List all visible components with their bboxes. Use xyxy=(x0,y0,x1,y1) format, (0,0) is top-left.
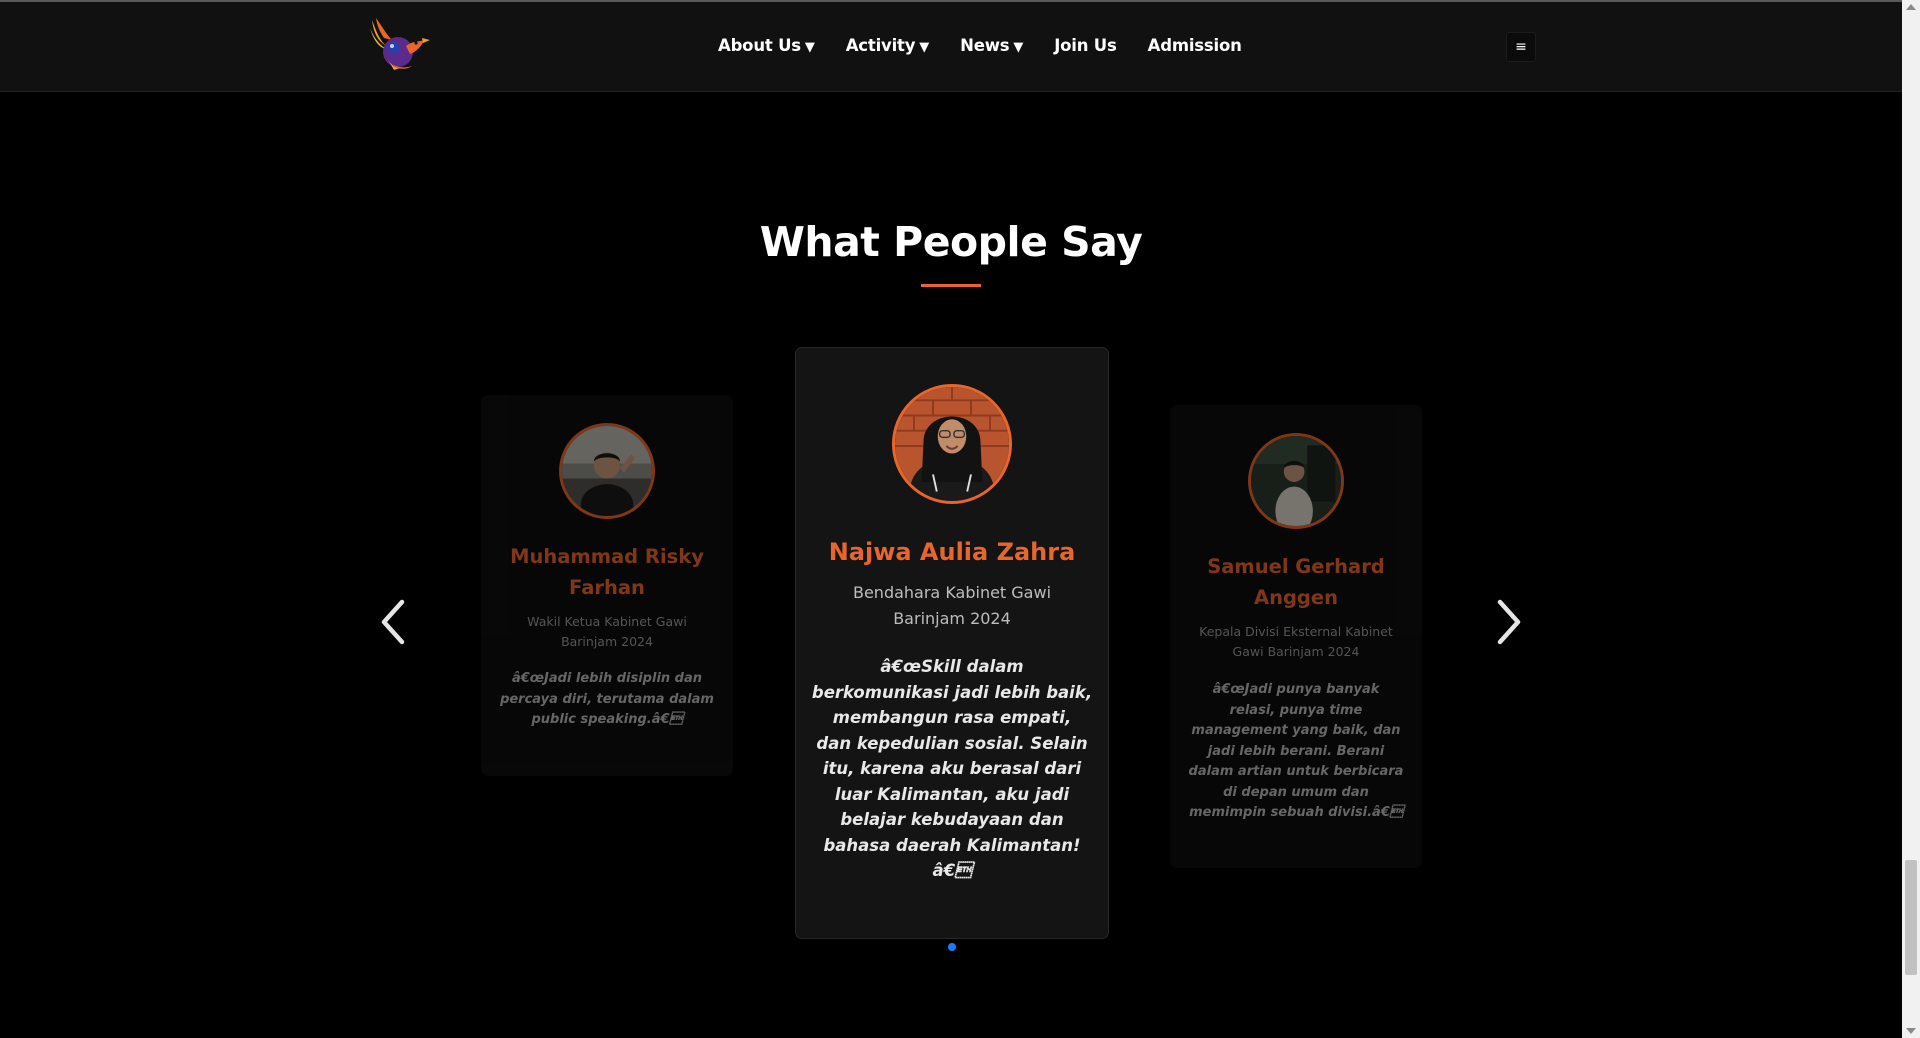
quote-line: jadi lebih berani. Berani xyxy=(1207,743,1385,759)
person-name: Samuel Gerhard Anggen xyxy=(1170,551,1422,613)
nav-admission[interactable]: Admission xyxy=(1148,36,1242,55)
quote-line: itu, karena aku berasal dari xyxy=(822,759,1082,778)
nav-about-us[interactable]: About Us ▼ xyxy=(718,36,815,55)
quote-line: bahasa daerah Kalimantan! xyxy=(823,835,1081,855)
nav-news-label: News xyxy=(960,36,1010,55)
testimonial-card[interactable]: Samuel Gerhard Anggen Kepala Divisi Ekst… xyxy=(1170,405,1422,868)
person-role-line: Barinjam 2024 xyxy=(893,609,1011,628)
nav-news[interactable]: News ▼ xyxy=(960,36,1023,55)
carousel-dot-active[interactable] xyxy=(948,943,956,951)
nav-about-us-label: About Us xyxy=(718,36,801,55)
nav-admission-label: Admission xyxy=(1147,36,1242,55)
nav-activity-label: Activity xyxy=(845,36,916,55)
person-name-line: Anggen xyxy=(1254,586,1338,609)
quote-line: memimpin sebuah divisi.â€ xyxy=(1189,805,1403,820)
quote-line: â€œJadi punya banyak xyxy=(1212,682,1380,697)
testimonial-quote: â€œSkill dalam berkomunikasi jadi lebih … xyxy=(796,654,1108,884)
chevron-down-icon: ▼ xyxy=(1013,40,1024,55)
page-scrollbar[interactable] xyxy=(1902,0,1920,1038)
nav-activity[interactable]: Activity ▼ xyxy=(845,36,930,55)
scrollbar-thumb[interactable] xyxy=(1905,860,1917,975)
quote-line: luar Kalimantan, aku jadi xyxy=(834,784,1070,804)
avatar xyxy=(892,384,1012,504)
person-role-line: Bendahara Kabinet Gawi xyxy=(852,583,1052,602)
quote-line: dan kepedulian sosial. Selain xyxy=(816,733,1088,753)
quote-line: management yang baik, dan xyxy=(1191,723,1401,738)
quote-line: â€ xyxy=(932,861,972,880)
person-role: Bendahara Kabinet Gawi Barinjam 2024 xyxy=(796,580,1108,632)
quote-line: public speaking.â€ xyxy=(531,712,683,727)
nav-join-us-label: Join Us xyxy=(1054,36,1117,55)
person-name-line: Samuel Gerhard xyxy=(1207,555,1385,578)
person-role-line: Gawi Barinjam 2024 xyxy=(1232,644,1360,659)
title-underline xyxy=(921,284,981,287)
person-role-line: Kepala Divisi Eksternal Kabinet xyxy=(1199,624,1393,639)
avatar xyxy=(559,423,655,519)
quote-line: dalam artian untuk berbicara xyxy=(1188,764,1404,779)
chevron-left-icon xyxy=(381,599,405,645)
chevron-right-icon xyxy=(1497,599,1521,645)
hamburger-menu-button[interactable]: ≡ xyxy=(1506,32,1536,62)
chevron-down-icon: ▼ xyxy=(804,40,815,55)
quote-line: relasi, punya time xyxy=(1229,702,1363,718)
chevron-down-icon: ▼ xyxy=(919,40,930,55)
main-nav: About Us ▼ Activity ▼ News ▼ Join Us Admiss… xyxy=(718,36,1242,55)
quote-line: berkomunikasi jadi lebih baik, xyxy=(811,682,1093,702)
person-name: Najwa Aulia Zahra xyxy=(828,538,1076,566)
scroll-up-arrow-icon[interactable] xyxy=(1906,4,1916,10)
carousel-next-button[interactable] xyxy=(1488,594,1528,650)
quote-line: â€œJadi lebih disiplin dan xyxy=(511,671,703,686)
logo-bird-icon[interactable] xyxy=(366,16,432,72)
person-name: Muhammad Risky Farhan xyxy=(481,541,733,603)
hamburger-icon: ≡ xyxy=(1515,39,1527,55)
person-role: Kepala Divisi Eksternal Kabinet Gawi Bar… xyxy=(1170,622,1422,662)
person-role-line: Barinjam 2024 xyxy=(561,634,653,649)
person-name-line: Muhammad Risky xyxy=(510,545,704,568)
quote-line: di depan umum dan xyxy=(1223,784,1369,800)
testimonial-card-active[interactable]: Najwa Aulia Zahra Bendahara Kabinet Gawi… xyxy=(795,347,1109,939)
testimonial-quote: â€œJadi punya banyak relasi, punya time … xyxy=(1170,680,1422,824)
quote-line: belajar kebudayaan dan xyxy=(840,810,1064,829)
carousel-prev-button[interactable] xyxy=(374,594,414,650)
testimonial-quote: â€œJadi lebih disiplin dan percaya diri,… xyxy=(481,669,733,731)
navbar: About Us ▼ Activity ▼ News ▼ Join Us Admiss… xyxy=(0,2,1902,92)
quote-line: â€œSkill dalam xyxy=(880,657,1024,676)
quote-line: membangun rasa empati, xyxy=(832,708,1072,727)
person-role: Wakil Ketua Kabinet Gawi Barinjam 2024 xyxy=(481,612,733,652)
scroll-down-arrow-icon[interactable] xyxy=(1906,1028,1916,1034)
person-role-line: Wakil Ketua Kabinet Gawi xyxy=(527,614,687,629)
testimonial-card[interactable]: Muhammad Risky Farhan Wakil Ketua Kabine… xyxy=(481,395,733,776)
section-title: What People Say xyxy=(759,218,1143,266)
avatar xyxy=(1248,433,1344,529)
quote-line: percaya diri, terutama dalam xyxy=(500,691,714,707)
nav-join-us[interactable]: Join Us xyxy=(1054,36,1117,55)
person-name-line: Farhan xyxy=(569,576,645,599)
